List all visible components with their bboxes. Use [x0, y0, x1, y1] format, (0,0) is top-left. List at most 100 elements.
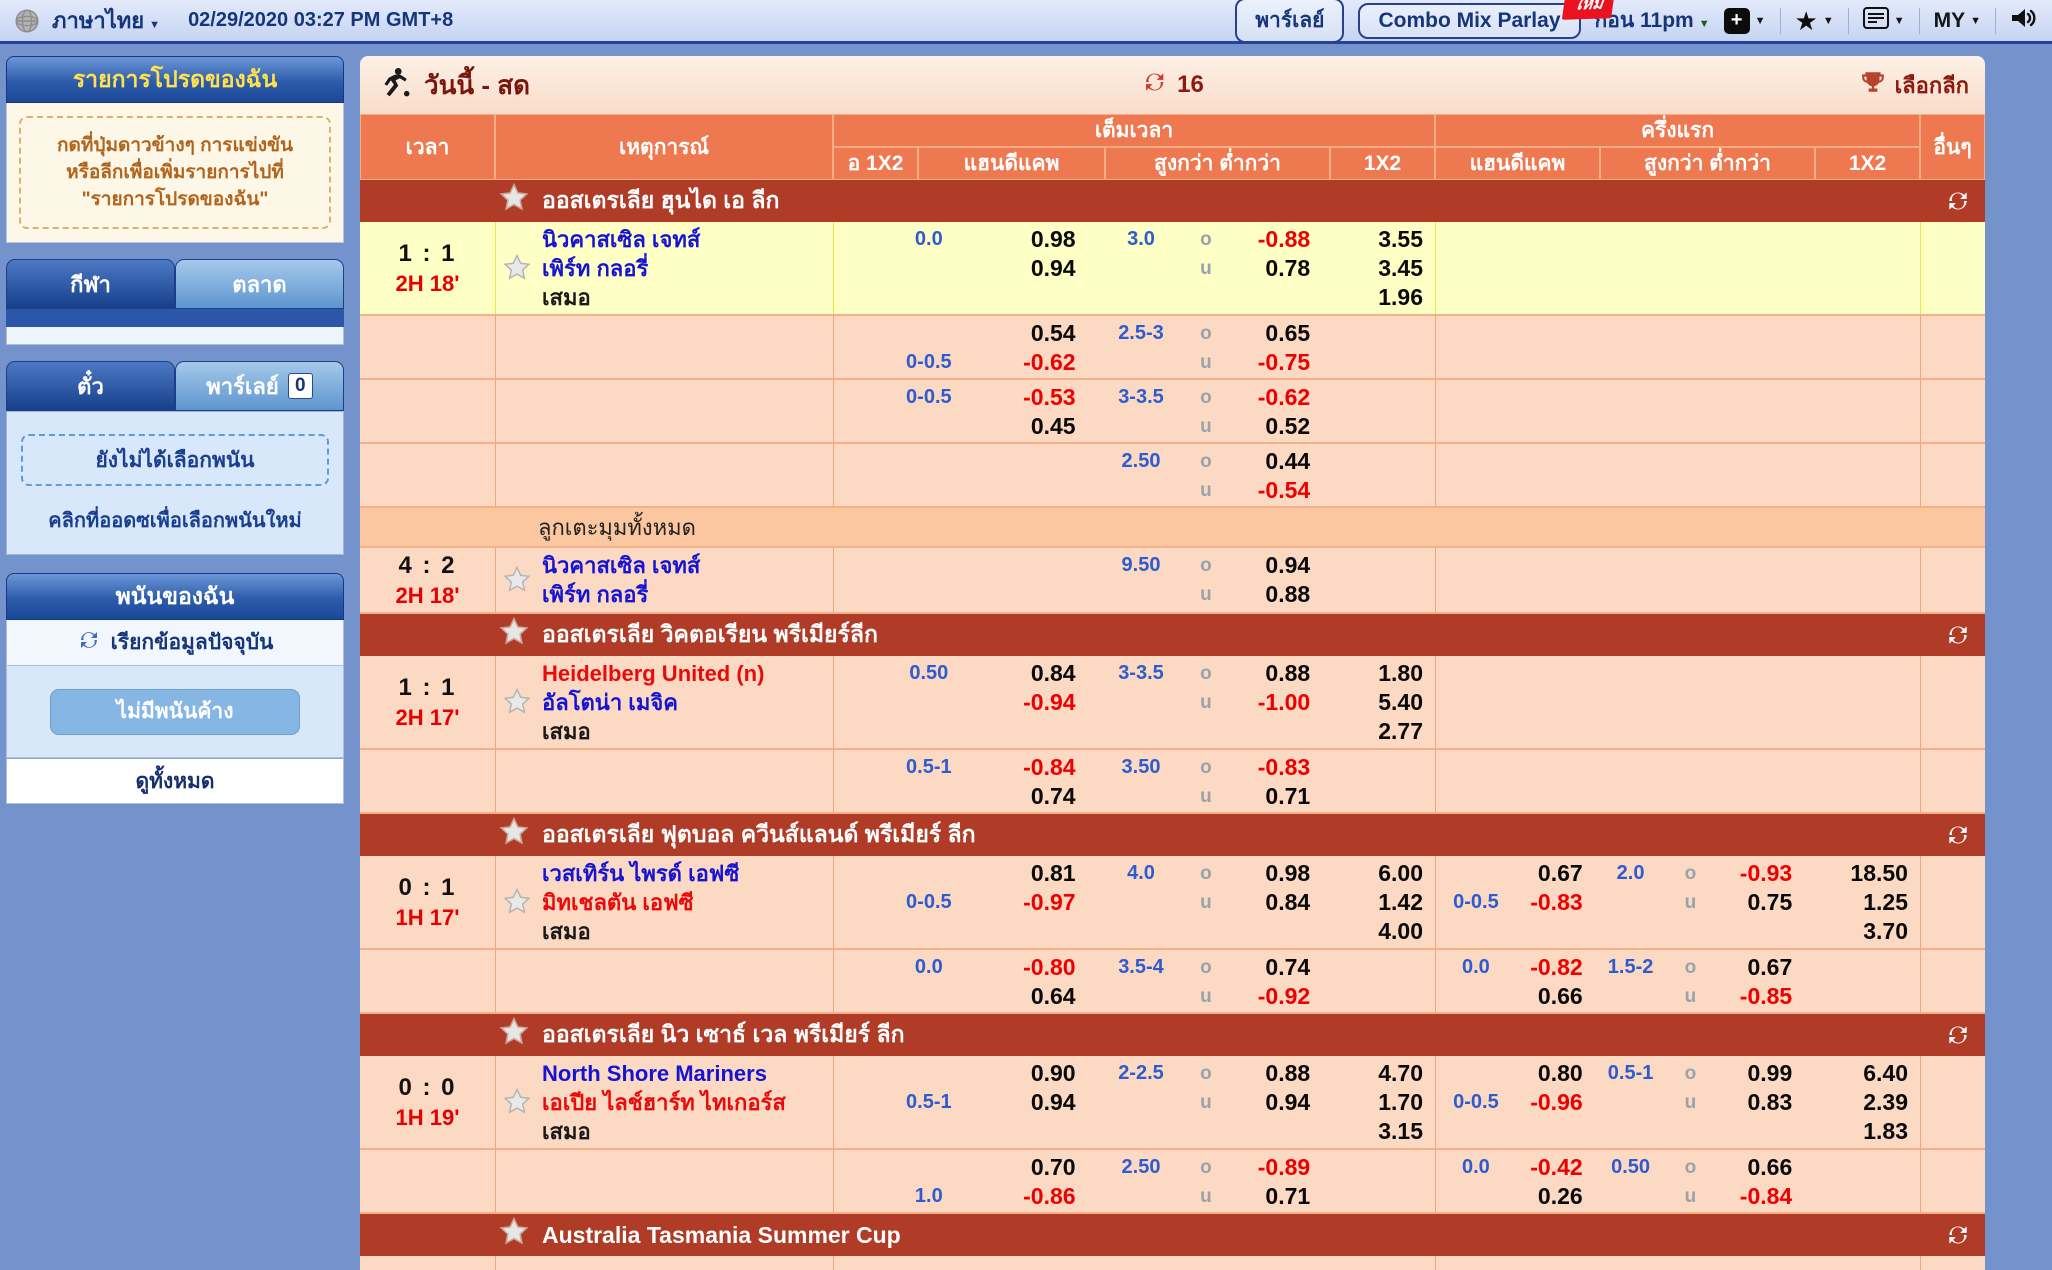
globe-icon[interactable]	[14, 8, 40, 34]
1x2-odds-value[interactable]: 1.83	[1800, 1117, 1920, 1146]
1x2-odds-value[interactable]: 1.25	[1800, 888, 1920, 917]
tab-parlay[interactable]: พาร์เลย์ 0	[175, 361, 344, 411]
handicap-odds-value[interactable]: 0.81	[979, 859, 1084, 888]
league-star-icon[interactable]	[498, 1216, 530, 1254]
1x2-odds-value[interactable]: 6.40	[1800, 1059, 1920, 1088]
handicap-odds-value[interactable]: -0.62	[979, 348, 1084, 377]
league-star-icon[interactable]	[498, 182, 530, 220]
league-refresh-icon[interactable]	[1945, 188, 1971, 220]
language-selector[interactable]: ภาษาไทย▼	[52, 3, 160, 38]
1x2-odds-value[interactable]: 1.42	[1318, 888, 1435, 917]
over-under-odds-value[interactable]: 0.71	[1223, 782, 1318, 811]
handicap-odds-value[interactable]: -0.86	[979, 1182, 1084, 1211]
favorite-star-icon[interactable]	[500, 687, 534, 717]
handicap-odds-value[interactable]: -0.94	[979, 688, 1084, 717]
over-under-odds-value[interactable]: 0.88	[1223, 1059, 1318, 1088]
over-under-odds-value[interactable]: -0.54	[1223, 476, 1318, 505]
handicap-odds-value[interactable]: -0.53	[979, 383, 1084, 412]
handicap-odds-value[interactable]: 0.74	[979, 782, 1084, 811]
over-under-odds-value[interactable]: -0.89	[1223, 1153, 1318, 1182]
handicap-odds-value[interactable]: 0.80	[1516, 1059, 1591, 1088]
handicap-odds-value[interactable]: 0.66	[1516, 982, 1591, 1011]
handicap-odds-value[interactable]: 0.26	[1516, 1182, 1591, 1211]
favorites-menu-button[interactable]: ★ ▼	[1795, 8, 1834, 34]
over-under-odds-value[interactable]: -1.00	[1223, 688, 1318, 717]
over-under-odds-value[interactable]: -0.92	[1223, 982, 1318, 1011]
handicap-odds-value[interactable]: 0.45	[979, 412, 1084, 441]
handicap-odds-value[interactable]: 0.94	[979, 1088, 1084, 1117]
over-under-odds-value[interactable]: 0.99	[1710, 1059, 1800, 1088]
handicap-odds-value[interactable]: -0.96	[1516, 1088, 1591, 1117]
over-under-odds-value[interactable]: -0.93	[1710, 859, 1800, 888]
no-pending-bets-button[interactable]: ไม่มีพนันค้าง	[50, 689, 300, 735]
over-under-odds-value[interactable]: -0.85	[1710, 982, 1800, 1011]
handicap-odds-value[interactable]: 0.67	[1516, 859, 1591, 888]
1x2-odds-value[interactable]: 3.15	[1318, 1117, 1435, 1146]
handicap-odds-value[interactable]: 0.64	[979, 982, 1084, 1011]
odds-type-selector[interactable]: MY ▼	[1934, 9, 1981, 33]
over-under-odds-value[interactable]: 0.94	[1223, 551, 1318, 580]
view-format-button[interactable]: ▼	[1863, 7, 1905, 34]
league-star-icon[interactable]	[498, 1016, 530, 1054]
1x2-odds-value[interactable]: 4.70	[1318, 1059, 1435, 1088]
select-league-button[interactable]: เลือกลีก	[1860, 68, 1969, 103]
handicap-odds-value[interactable]: 0.70	[979, 1153, 1084, 1182]
over-under-odds-value[interactable]: -0.62	[1223, 383, 1318, 412]
favorite-star-icon[interactable]	[500, 1087, 534, 1117]
over-under-odds-value[interactable]: 0.65	[1223, 319, 1318, 348]
league-refresh-icon[interactable]	[1945, 622, 1971, 654]
1x2-odds-value[interactable]: 3.45	[1318, 254, 1435, 283]
1x2-odds-value[interactable]: 5.40	[1318, 688, 1435, 717]
handicap-odds-value[interactable]: 0.98	[979, 225, 1084, 254]
league-refresh-icon[interactable]	[1945, 822, 1971, 854]
1x2-odds-value[interactable]: 2.77	[1318, 717, 1435, 746]
over-under-odds-value[interactable]: -0.83	[1223, 753, 1318, 782]
1x2-odds-value[interactable]: 1.70	[1318, 1088, 1435, 1117]
over-under-odds-value[interactable]: -0.75	[1223, 348, 1318, 377]
over-under-odds-value[interactable]: 0.84	[1223, 888, 1318, 917]
1x2-odds-value[interactable]: 3.70	[1800, 917, 1920, 946]
handicap-odds-value[interactable]: 0.90	[979, 1059, 1084, 1088]
tab-market[interactable]: ตลาด	[175, 259, 344, 309]
favorite-star-icon[interactable]	[500, 887, 534, 917]
handicap-odds-value[interactable]: -0.80	[979, 953, 1084, 982]
combo-mix-parlay-button[interactable]: Combo Mix Parlay ใหม่	[1358, 3, 1580, 39]
over-under-odds-value[interactable]: 0.78	[1223, 254, 1318, 283]
refresh-icon[interactable]	[1141, 69, 1167, 102]
over-under-odds-value[interactable]: 0.74	[1223, 953, 1318, 982]
over-under-odds-value[interactable]: 0.83	[1710, 1088, 1800, 1117]
over-under-odds-value[interactable]: 0.44	[1223, 447, 1318, 476]
sound-button[interactable]	[2010, 6, 2038, 35]
view-all-link[interactable]: ดูทั้งหมด	[6, 758, 344, 804]
refresh-current-data-button[interactable]: เรียกข้อมูลปัจจุบัน	[6, 620, 344, 666]
tab-ticket[interactable]: ตั๋ว	[6, 361, 175, 411]
over-under-odds-value[interactable]: 0.88	[1223, 659, 1318, 688]
over-under-odds-value[interactable]: 0.52	[1223, 412, 1318, 441]
over-under-odds-value[interactable]: -0.88	[1223, 225, 1318, 254]
favorite-star-icon[interactable]	[500, 253, 534, 283]
league-star-icon[interactable]	[498, 816, 530, 854]
handicap-odds-value[interactable]: -0.83	[1516, 888, 1591, 917]
over-under-odds-value[interactable]: 0.71	[1223, 1182, 1318, 1211]
1x2-odds-value[interactable]: 1.80	[1318, 659, 1435, 688]
parlay-button[interactable]: พาร์เลย์	[1235, 0, 1344, 43]
over-under-odds-value[interactable]: 0.75	[1710, 888, 1800, 917]
league-refresh-icon[interactable]	[1945, 1022, 1971, 1054]
handicap-odds-value[interactable]: 0.54	[979, 319, 1084, 348]
handicap-odds-value[interactable]: -0.82	[1516, 953, 1591, 982]
handicap-odds-value[interactable]: 0.94	[979, 254, 1084, 283]
handicap-odds-value[interactable]: -0.97	[979, 888, 1084, 917]
handicap-odds-value[interactable]: -0.84	[979, 753, 1084, 782]
over-under-odds-value[interactable]: -0.84	[1710, 1182, 1800, 1211]
1x2-odds-value[interactable]: 2.39	[1800, 1088, 1920, 1117]
tab-sports[interactable]: กีฬา	[6, 259, 175, 309]
1x2-odds-value[interactable]: 4.00	[1318, 917, 1435, 946]
1x2-odds-value[interactable]: 3.55	[1318, 225, 1435, 254]
over-under-odds-value[interactable]: 0.88	[1223, 580, 1318, 609]
1x2-odds-value[interactable]: 18.50	[1800, 859, 1920, 888]
league-refresh-icon[interactable]	[1945, 1222, 1971, 1254]
over-under-odds-value[interactable]: 0.94	[1223, 1088, 1318, 1117]
over-under-odds-value[interactable]: 0.67	[1710, 953, 1800, 982]
1x2-odds-value[interactable]: 6.00	[1318, 859, 1435, 888]
handicap-odds-value[interactable]: -0.42	[1516, 1153, 1591, 1182]
